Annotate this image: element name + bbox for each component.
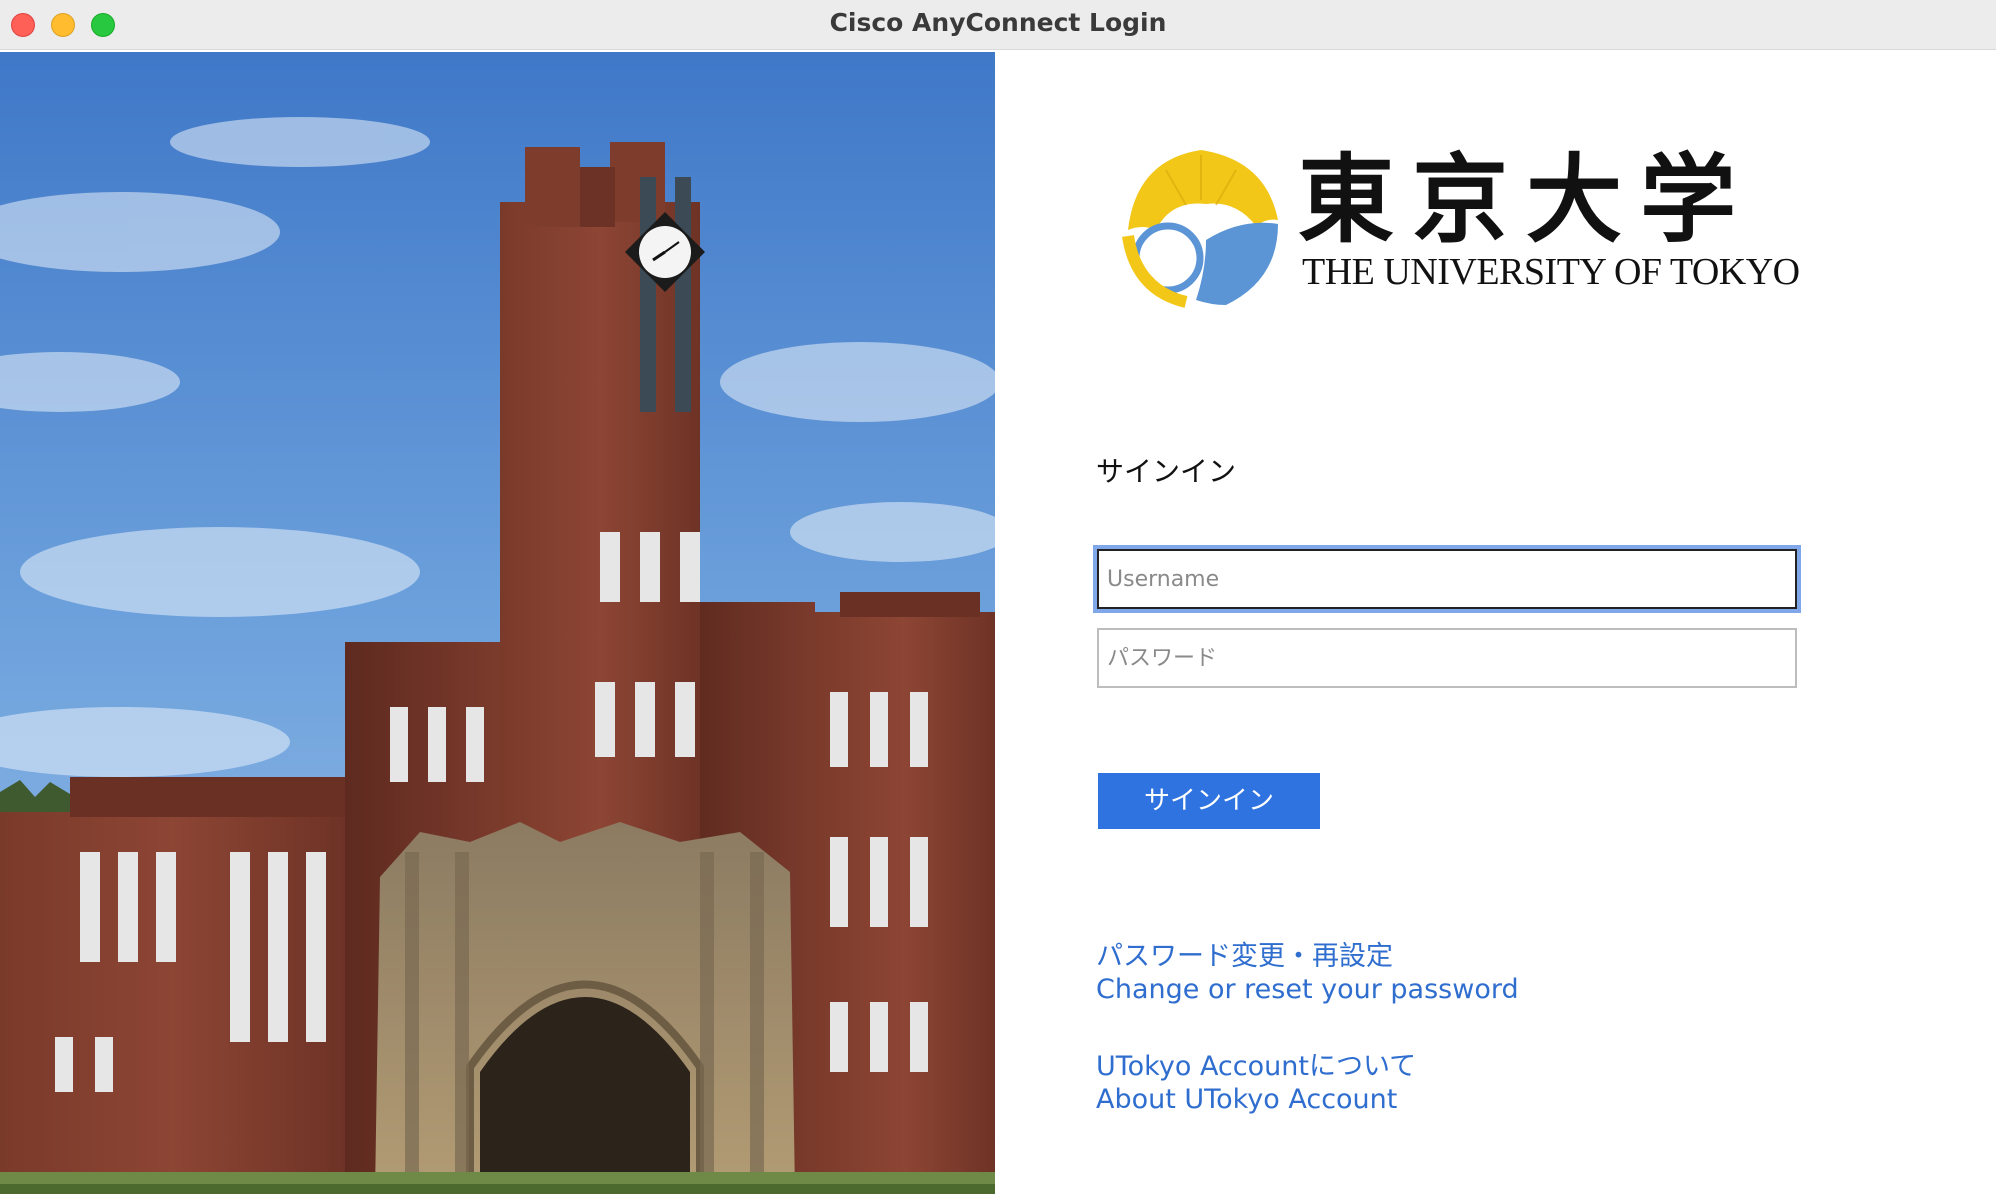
username-input[interactable]: [1097, 549, 1797, 609]
login-window: Cisco AnyConnect Login 東京大学 THE UNIVERSI…: [0, 0, 1996, 1194]
password-input[interactable]: [1097, 628, 1797, 688]
window-title: Cisco AnyConnect Login: [829, 8, 1167, 37]
logo-english-text: THE UNIVERSITY OF TOKYO: [1302, 251, 1800, 293]
ginkgo-leaf-icon: [1122, 150, 1278, 308]
about-account-link-ja[interactable]: UTokyo Accountについて: [1096, 1044, 1416, 1083]
password-change-link-ja[interactable]: パスワード変更・再設定: [1096, 934, 1393, 973]
title-bar[interactable]: Cisco AnyConnect Login: [0, 0, 1996, 50]
university-logo: 東京大学 THE UNIVERSITY OF TOKYO: [1116, 140, 1800, 310]
logo-kanji-text: 東京大学: [1298, 143, 1754, 256]
signin-button[interactable]: サインイン: [1098, 773, 1320, 829]
signin-heading: サインイン: [1096, 455, 1237, 488]
password-change-link-en[interactable]: Change or reset your password: [1096, 974, 1519, 1005]
about-account-link-en[interactable]: About UTokyo Account: [1096, 1084, 1397, 1115]
login-panel: 東京大学 THE UNIVERSITY OF TOKYO サインイン サインイン…: [996, 52, 1996, 1194]
campus-photo: [0, 52, 995, 1194]
